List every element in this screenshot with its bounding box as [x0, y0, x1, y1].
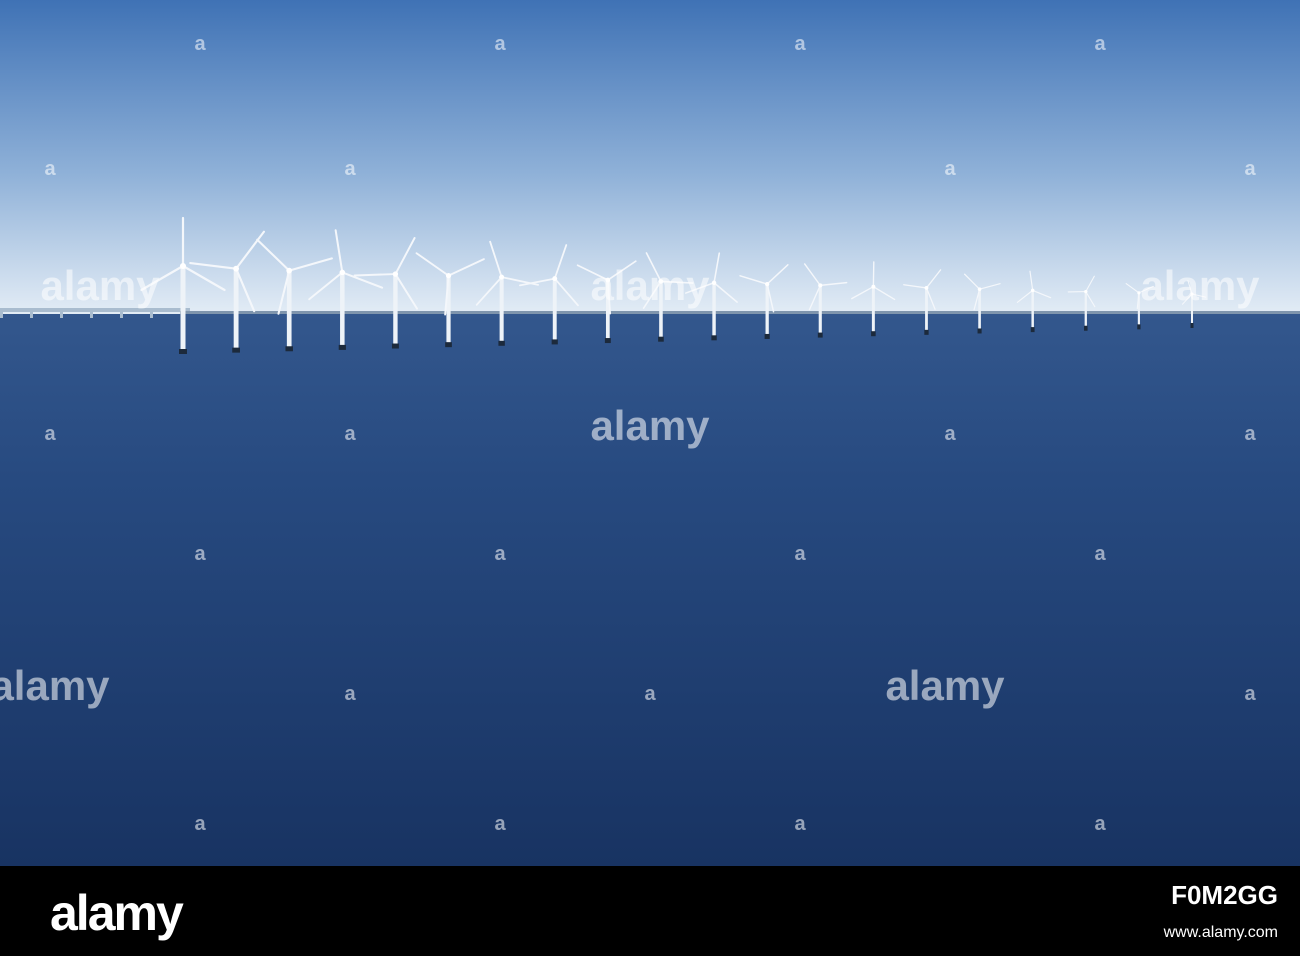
alamy-watermark: a — [494, 543, 506, 565]
alamy-watermark: a — [494, 813, 506, 835]
turbine-hub — [180, 263, 186, 269]
alamy-watermark: a — [794, 813, 806, 835]
alamy-watermark: a — [194, 813, 206, 835]
alamy-watermark: a — [1094, 33, 1106, 55]
alamy-watermark: a — [44, 423, 56, 445]
turbine-foundation — [338, 344, 346, 350]
alamy-watermark: a — [344, 158, 356, 180]
alamy-watermark: a — [794, 33, 806, 55]
turbine-foundation — [604, 338, 611, 344]
alamy-watermark: a — [944, 423, 956, 445]
turbine-foundation — [871, 331, 876, 337]
alamy-watermark: a — [1244, 683, 1256, 705]
turbine-hub — [286, 267, 293, 274]
turbine-hub — [711, 280, 717, 285]
turbine-hub — [818, 283, 823, 288]
turbine-hub — [499, 274, 505, 280]
alamy-watermark: alamy — [40, 262, 160, 309]
offshore-wind-farm-scene: alamy alamy alamy alamy alamy alamy a a a a a a a a a a… — [0, 0, 1300, 866]
turbine-hub — [392, 271, 399, 277]
alamy-watermark: a — [1244, 158, 1256, 180]
footer-bar: alamy F0M2GG www.alamy.com — [0, 866, 1300, 956]
turbine-hub — [1030, 288, 1035, 293]
turbine-foundation — [1084, 325, 1088, 331]
turbine-foundation — [179, 349, 187, 354]
turbine-hub — [552, 276, 558, 282]
turbine-foundation — [232, 347, 240, 353]
turbine-foundation — [285, 346, 293, 352]
turbine-hub — [977, 287, 982, 291]
turbine-hub — [233, 265, 240, 272]
turbine-hub — [765, 281, 770, 287]
turbine-foundation — [924, 329, 929, 335]
alamy-watermark: alamy — [590, 402, 710, 449]
turbine-foundation — [977, 328, 982, 334]
turbine-hub — [924, 286, 929, 290]
alamy-watermark: alamy — [885, 662, 1005, 709]
turbine-foundation — [1190, 323, 1194, 328]
site-url: www.alamy.com — [1163, 924, 1278, 941]
alamy-watermark: a — [344, 423, 356, 445]
turbine-foundation — [817, 332, 823, 338]
distant-shore — [180, 311, 1300, 314]
alamy-watermark: a — [794, 543, 806, 565]
alamy-watermark: a — [194, 543, 206, 565]
alamy-watermark: a — [44, 158, 56, 180]
turbine-foundation — [551, 339, 558, 345]
alamy-watermark: a — [344, 683, 356, 705]
turbine-foundation — [1030, 327, 1035, 333]
turbine-foundation — [711, 335, 717, 341]
alamy-watermark: a — [494, 33, 506, 55]
alamy-watermark: a — [644, 683, 656, 705]
alamy-watermark: a — [1244, 423, 1256, 445]
turbine-hub — [1084, 289, 1088, 294]
turbine-foundation — [391, 343, 399, 349]
turbine-hub — [871, 284, 876, 289]
turbine-foundation — [764, 333, 770, 339]
alamy-watermark: a — [944, 158, 956, 180]
alamy-watermark: alamy — [0, 662, 110, 709]
alamy-watermark: a — [194, 33, 206, 55]
turbine-foundation — [658, 336, 664, 342]
alamy-watermark: alamy — [590, 262, 710, 309]
alamy-watermark: a — [1094, 543, 1106, 565]
image-id: F0M2GG — [1171, 880, 1278, 910]
photo: alamy alamy alamy alamy alamy alamy a a a a a a a a a a… — [0, 0, 1300, 866]
turbine-foundation — [445, 342, 452, 348]
alamy-watermark: alamy — [1140, 262, 1260, 309]
alamy-watermark: a — [1094, 813, 1106, 835]
alamy-logo: alamy — [50, 885, 184, 941]
sea — [0, 314, 1300, 866]
turbine-foundation — [1137, 324, 1141, 330]
turbine-foundation — [498, 340, 505, 346]
turbine-hub — [339, 269, 346, 276]
turbine-hub — [445, 273, 452, 279]
